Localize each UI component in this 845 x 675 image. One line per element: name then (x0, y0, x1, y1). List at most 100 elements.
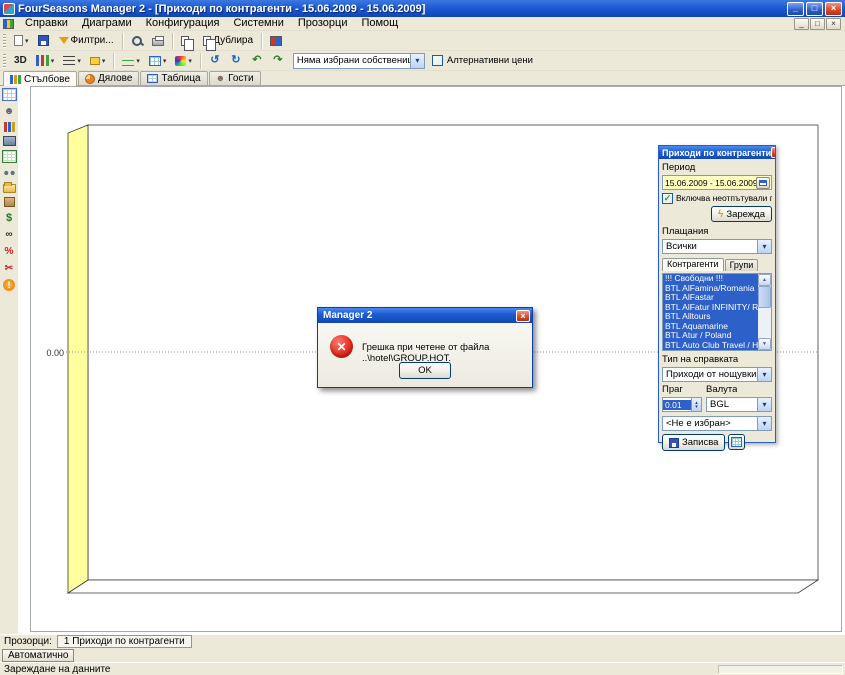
lightning-icon (718, 209, 723, 220)
percent-icon[interactable] (2, 245, 17, 258)
payments-combo[interactable]: Всички (662, 239, 772, 254)
automatic-button[interactable]: Автоматично (2, 649, 74, 662)
list-item[interactable]: BTL Atur / Poland (663, 331, 758, 341)
threshold-spinner[interactable]: 0.01 (662, 397, 702, 412)
floor-plan-icon[interactable] (2, 88, 17, 101)
maximize-button[interactable]: □ (806, 2, 823, 16)
guest-icon[interactable] (2, 105, 17, 118)
bar-chart-icon[interactable] (4, 122, 15, 132)
palette-button[interactable] (171, 52, 196, 70)
tab-groups[interactable]: Групи (725, 259, 759, 271)
list-item[interactable]: BTL Alltours (663, 312, 758, 322)
scroll-down-icon[interactable] (758, 338, 771, 350)
list-scrollbar[interactable] (758, 274, 771, 350)
toolbar-grip[interactable] (3, 54, 6, 68)
panel-close-button[interactable]: × (771, 147, 775, 158)
report-type-combo[interactable]: Приходи от нощувки (662, 367, 772, 382)
marks-button[interactable] (86, 52, 110, 70)
print-button[interactable] (148, 32, 168, 50)
calendar-icon[interactable] (756, 177, 770, 189)
legend-button[interactable] (59, 52, 85, 70)
list-item[interactable]: BTL AlFatur INFINITY/ Romani (663, 303, 758, 313)
tab-shares[interactable]: Дялове (78, 71, 139, 85)
currency-combo[interactable]: BGL (706, 397, 772, 412)
tab-table[interactable]: Таблица (140, 71, 207, 85)
undo-arrow-icon (252, 55, 261, 66)
toolbar-separator (200, 53, 201, 69)
title-bar: FourSeasons Manager 2 - [Приходи по конт… (0, 0, 845, 17)
menu-diagrams[interactable]: Диаграми (75, 17, 139, 30)
window-tab-report[interactable]: 1 Приходи по контрагенти (57, 635, 192, 648)
menu-reports[interactable]: Справки (18, 17, 75, 30)
print-preview-icon (132, 36, 142, 46)
load-button[interactable]: Зарежда (711, 206, 772, 222)
lines-icon (122, 56, 134, 66)
ok-button[interactable]: OK (399, 362, 451, 379)
grid-button[interactable] (145, 52, 171, 70)
folder-icon[interactable] (3, 184, 16, 193)
monitor-icon[interactable] (3, 136, 16, 146)
alt-prices-checkbox[interactable] (432, 55, 443, 66)
owner-combo[interactable]: Няма избрани собственици (293, 53, 425, 69)
guests-group-icon[interactable] (2, 167, 17, 180)
minimize-button[interactable]: _ (787, 2, 804, 16)
list-item[interactable]: !!! Свободни !!! (663, 274, 758, 284)
spinner-arrows-icon[interactable] (691, 398, 701, 411)
spreadsheet-icon[interactable] (2, 150, 17, 163)
tab-columns[interactable]: Стълбове (3, 71, 77, 86)
rotate-left-button[interactable] (205, 52, 225, 70)
payments-combo-value: Всички (666, 241, 757, 252)
list-item[interactable]: BTL AlFamina/Romania (663, 284, 758, 294)
mdi-restore-button[interactable]: □ (810, 18, 825, 30)
menu-help[interactable]: Помощ (354, 17, 405, 30)
period-field[interactable]: 15.06.2009 - 15.06.2009 (662, 175, 772, 190)
copy-button[interactable] (177, 32, 199, 50)
tab-guests[interactable]: Гости (209, 71, 261, 85)
dialog-close-button[interactable]: × (516, 310, 530, 322)
toolbar-grip[interactable] (3, 34, 6, 48)
windows-label: Прозорци: (4, 636, 52, 647)
owner-combo-value: Няма избрани собственици (297, 55, 410, 66)
save-report-button[interactable]: Записва (662, 434, 725, 451)
scrollbar-thumb[interactable] (758, 286, 771, 308)
close-button[interactable]: × (825, 2, 842, 16)
mdi-close-button[interactable]: × (826, 18, 841, 30)
undo-view-button[interactable] (247, 52, 267, 70)
panel-title-bar[interactable]: Приходи по контрагенти × (659, 146, 775, 159)
rotate-right-button[interactable] (226, 52, 246, 70)
options-button[interactable] (728, 434, 745, 450)
cut-icon[interactable] (2, 262, 17, 275)
hotel-combo[interactable]: <Не е избран> (662, 416, 772, 431)
series-button[interactable] (118, 52, 144, 70)
scroll-up-icon[interactable] (758, 274, 771, 286)
legend-book-button[interactable] (266, 32, 286, 50)
filters-button[interactable]: Филтри... (55, 32, 118, 50)
payments-icon[interactable] (2, 211, 17, 224)
duplicate-icon (203, 36, 211, 46)
tab-counterparties[interactable]: Контрагенти (662, 258, 724, 271)
save-button[interactable] (34, 32, 54, 50)
new-report-button[interactable] (10, 32, 33, 50)
menu-system[interactable]: Системни (226, 17, 290, 30)
counterparties-listbox[interactable]: !!! Свободни !!! BTL AlFamina/Romania BT… (662, 273, 772, 351)
chart-3d-button[interactable]: 3D (10, 52, 31, 70)
chevron-down-icon (102, 55, 106, 66)
copy-icon (181, 36, 189, 46)
list-item[interactable]: BTL Aquamarine (663, 322, 758, 332)
list-item[interactable]: BTL AlFastar (663, 293, 758, 303)
chart-type-button[interactable] (32, 52, 59, 70)
list-item[interactable]: BTL Auto Club Travel / Hunga (663, 341, 758, 351)
package-icon[interactable] (4, 197, 15, 207)
redo-view-button[interactable] (268, 52, 288, 70)
include-guests-checkbox[interactable] (662, 193, 673, 204)
print-preview-button[interactable] (127, 32, 147, 50)
view-tab-bar: Стълбове Дялове Таблица Гости (0, 71, 845, 86)
menu-windows[interactable]: Прозорци (291, 17, 355, 30)
mdi-minimize-button[interactable]: _ (794, 18, 809, 30)
dialog-title-bar[interactable]: Manager 2 × (318, 308, 532, 323)
alert-icon[interactable] (3, 279, 15, 291)
duplicate-button[interactable]: Дублира (199, 32, 257, 50)
overview-icon[interactable] (2, 228, 17, 241)
period-value: 15.06.2009 - 15.06.2009 (665, 178, 756, 188)
menu-configuration[interactable]: Конфигурация (139, 17, 227, 30)
